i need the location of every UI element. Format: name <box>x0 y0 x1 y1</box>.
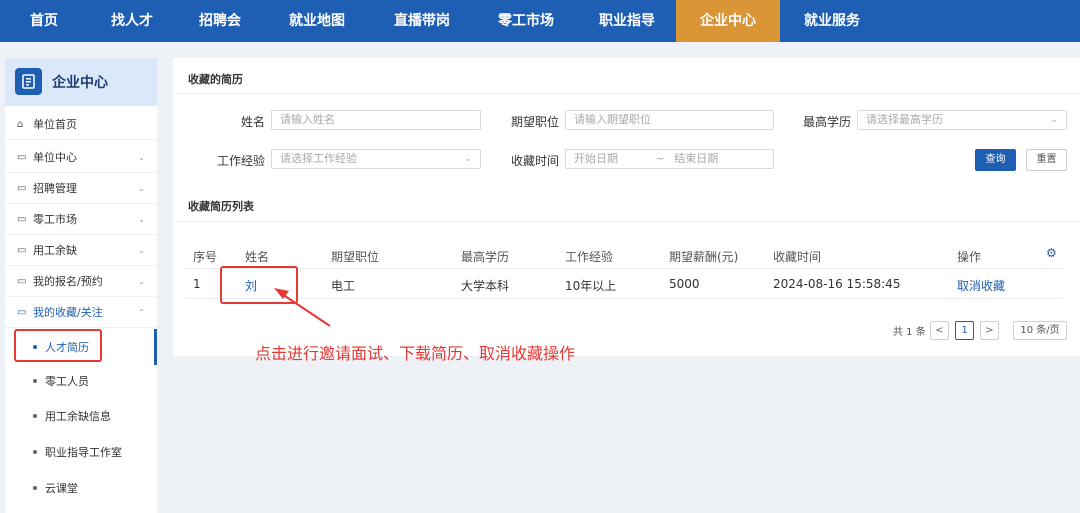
annotation-text: 点击进行邀请面试、下载简历、取消收藏操作 <box>255 344 576 363</box>
annotation-arrow-icon <box>274 288 331 327</box>
arrow-line <box>281 293 331 327</box>
